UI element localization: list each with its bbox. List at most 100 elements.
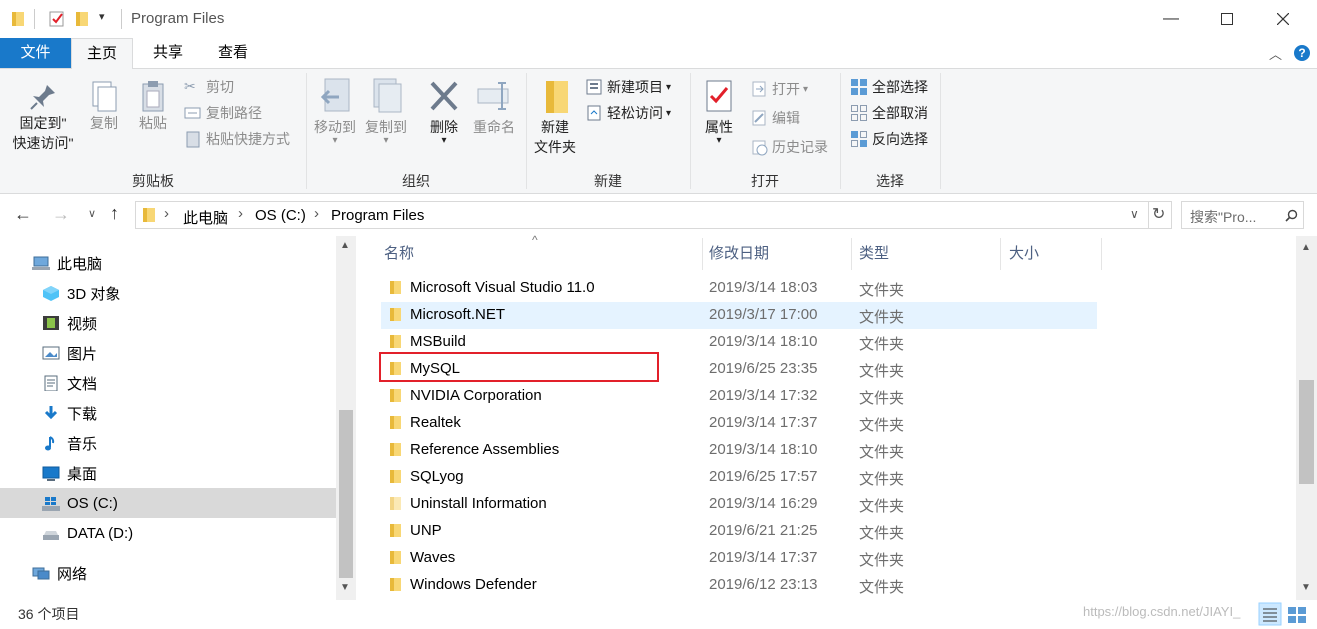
paste-button[interactable]: 粘贴 (133, 79, 173, 133)
tab-view[interactable]: 查看 (208, 38, 258, 68)
details-view-icon[interactable] (1258, 602, 1282, 626)
help-icon[interactable]: ? (1293, 44, 1311, 62)
easy-access-icon (587, 105, 601, 121)
invert-selection-button[interactable]: 反向选择 (850, 127, 928, 151)
edit-icon (752, 110, 766, 126)
forward-arrow-icon[interactable]: → (52, 204, 70, 225)
column-separator[interactable] (851, 238, 852, 270)
select-none-button[interactable]: 全部取消 (850, 101, 928, 125)
nav-item-videos[interactable]: 视频 (0, 308, 336, 338)
scroll-up-icon[interactable]: ▲ (1301, 242, 1311, 253)
move-to-label: 移动到 (314, 119, 356, 135)
nav-label: 图片 (67, 345, 98, 363)
delete-button[interactable]: 删除 ▾ (424, 77, 464, 146)
properties-qat-icon[interactable] (48, 10, 66, 28)
nav-item-network[interactable]: 网络 (0, 558, 336, 588)
nav-item-os-c[interactable]: OS (C:) (0, 488, 336, 518)
nav-item-desktop[interactable]: 桌面 (0, 458, 336, 488)
folder-icon (390, 524, 401, 537)
paste-shortcut-label: 粘贴快捷方式 (206, 131, 290, 147)
properties-button[interactable]: 属性 ▾ (697, 77, 741, 146)
address-dropdown-icon[interactable]: ∨ (1130, 207, 1139, 221)
column-header-name[interactable]: 名称 (384, 238, 414, 270)
collapse-ribbon-icon[interactable]: ︿ (1269, 44, 1282, 63)
documents-icon (44, 375, 58, 391)
new-item-label: 新建项目 (607, 79, 663, 95)
windows-drive-icon (42, 497, 60, 511)
content-scroll-thumb[interactable] (1299, 380, 1314, 484)
scroll-up-icon[interactable]: ▲ (340, 240, 350, 251)
tab-file[interactable]: 文件 (0, 38, 71, 68)
history-button[interactable]: 历史记录 (750, 135, 828, 159)
properties-dropdown-icon: ▾ (716, 135, 722, 146)
recent-locations-chevron-icon[interactable]: ∨ (88, 207, 96, 220)
rename-button[interactable]: 重命名 (470, 77, 518, 137)
new-folder-button[interactable]: 新建 文件夹 (530, 77, 580, 157)
address-box[interactable]: › 此电脑 › OS (C:) › Program Files ∨ ↻ (135, 201, 1172, 229)
file-row[interactable]: Windows Defender 2019/6/12 23:13 文件夹 (381, 572, 1097, 599)
pin-quick-access-button[interactable]: 固定到" 快速访问" (8, 81, 78, 153)
column-header-date[interactable]: 修改日期 (709, 238, 769, 270)
open-button[interactable]: 打开 ▾ (750, 77, 808, 101)
refresh-icon[interactable]: ↻ (1152, 204, 1165, 224)
back-arrow-icon[interactable]: ← (14, 204, 32, 225)
file-row[interactable]: Waves 2019/3/14 17:37 文件夹 (381, 545, 1097, 572)
file-row[interactable]: Uninstall Information 2019/3/14 16:29 文件夹 (381, 491, 1097, 518)
new-folder-qat-icon[interactable] (74, 11, 90, 27)
close-button[interactable] (1260, 0, 1306, 38)
tab-home[interactable]: 主页 (71, 38, 133, 69)
nav-item-downloads[interactable]: 下载 (0, 398, 336, 428)
paste-shortcut-button[interactable]: 粘贴快捷方式 (184, 127, 290, 151)
qat-dropdown-icon[interactable]: ▾ (99, 10, 105, 23)
file-row[interactable]: Reference Assemblies 2019/3/14 18:10 文件夹 (381, 437, 1097, 464)
copy-to-icon (373, 78, 402, 113)
maximize-button[interactable] (1204, 0, 1250, 38)
file-type: 文件夹 (859, 390, 905, 407)
breadcrumb-this-pc[interactable]: 此电脑 (183, 207, 228, 228)
cut-button[interactable]: ✂ 剪切 (184, 75, 234, 99)
content-scrollbar[interactable]: ▲ ▼ (1296, 236, 1317, 600)
nav-item-this-pc[interactable]: 此电脑 (0, 248, 336, 278)
column-separator[interactable] (702, 238, 703, 270)
file-row[interactable]: Microsoft.NET 2019/3/17 17:00 文件夹 (381, 302, 1097, 329)
nav-item-pictures[interactable]: 图片 (0, 338, 336, 368)
column-separator[interactable] (1000, 238, 1001, 270)
nav-item-data-d[interactable]: DATA (D:) (0, 518, 336, 548)
breadcrumb-program-files[interactable]: Program Files (331, 207, 424, 224)
network-icon (32, 567, 50, 580)
copy-button[interactable]: 复制 (84, 79, 124, 133)
select-all-button[interactable]: 全部选择 (850, 75, 928, 99)
nav-scroll-thumb[interactable] (339, 410, 353, 578)
easy-access-button[interactable]: 轻松访问 ▾ (585, 101, 671, 125)
nav-item-3d-objects[interactable]: 3D 对象 (0, 278, 336, 308)
copy-path-label: 复制路径 (206, 105, 262, 121)
file-name: Realtek (410, 414, 461, 431)
file-row[interactable]: Realtek 2019/3/14 17:37 文件夹 (381, 410, 1097, 437)
scroll-down-icon[interactable]: ▼ (340, 582, 350, 593)
breadcrumb-os-c[interactable]: OS (C:) (255, 207, 306, 224)
move-to-button[interactable]: 移动到 ▾ (312, 77, 358, 146)
new-item-button[interactable]: 新建项目 ▾ (585, 75, 671, 99)
clipboard-group-label: 剪贴板 (132, 173, 174, 189)
copy-path-button[interactable]: 复制路径 (184, 101, 262, 125)
minimize-button[interactable]: — (1148, 0, 1194, 38)
tab-share[interactable]: 共享 (143, 38, 193, 68)
search-input[interactable]: 搜索"Pro... (1190, 207, 1256, 227)
search-box[interactable]: 搜索"Pro... (1181, 201, 1304, 229)
file-row[interactable]: SQLyog 2019/6/25 17:57 文件夹 (381, 464, 1097, 491)
column-header-size[interactable]: 大小 (1009, 238, 1039, 270)
edit-button[interactable]: 编辑 (750, 106, 800, 130)
nav-scrollbar[interactable]: ▲ ▼ (336, 236, 356, 600)
new-folder-label-line1: 新建 (541, 119, 569, 135)
up-arrow-icon[interactable]: ↑ (110, 203, 119, 224)
column-header-type[interactable]: 类型 (859, 238, 889, 270)
scroll-down-icon[interactable]: ▼ (1301, 582, 1311, 593)
file-row[interactable]: Microsoft Visual Studio 11.0 2019/3/14 18… (381, 275, 1097, 302)
column-separator[interactable] (1101, 238, 1102, 270)
file-row[interactable]: NVIDIA Corporation 2019/3/14 17:32 文件夹 (381, 383, 1097, 410)
file-row[interactable]: UNP 2019/6/21 21:25 文件夹 (381, 518, 1097, 545)
copy-to-button[interactable]: 复制到 ▾ (363, 77, 409, 146)
nav-item-music[interactable]: 音乐 (0, 428, 336, 458)
nav-item-documents[interactable]: 文档 (0, 368, 336, 398)
large-icons-view-icon[interactable] (1286, 603, 1308, 625)
